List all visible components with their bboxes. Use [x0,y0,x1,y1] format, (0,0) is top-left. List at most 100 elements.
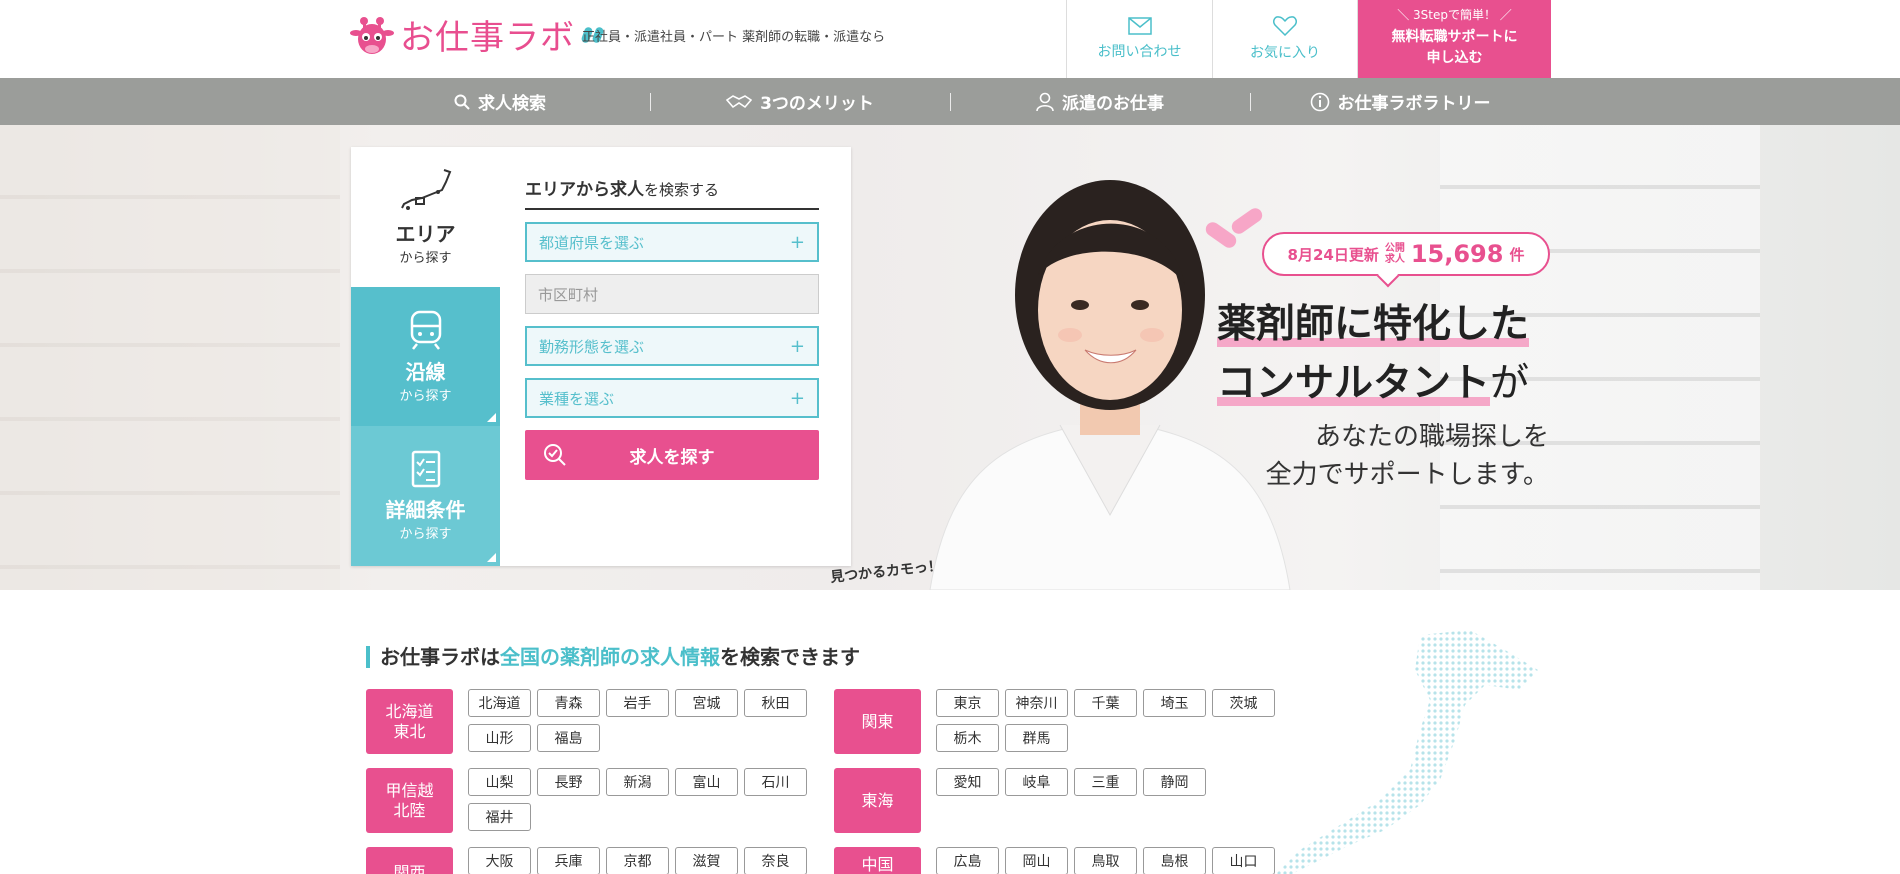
nav-dispatch-jobs[interactable]: 派遣のお仕事 [950,78,1250,125]
tab-line-search[interactable]: 沿線 から探す [351,287,500,426]
header-tagline: 正社員・派遣社員・パート 薬剤師の転職・派遣なら [582,30,886,45]
pref-button[interactable]: 島根 [1143,847,1206,874]
pref-button[interactable]: 山形 [468,724,531,752]
pref-button[interactable]: 広島 [936,847,999,874]
pref-list-tokai: 愛知 岐阜 三重 静岡 [936,768,1286,796]
pref-button[interactable]: 青森 [537,689,600,717]
tab-detail-search[interactable]: 詳細条件 から探す [351,426,500,566]
pref-list-kansai: 大阪 兵庫 京都 滋賀 奈良 [468,847,818,874]
favorites-button[interactable]: お気に入り [1212,0,1358,78]
nav-merits[interactable]: 3つのメリット [650,78,950,125]
region-hokkaido-tohoku[interactable]: 北海道 東北 [366,689,453,754]
pref-list-kanto: 東京 神奈川 千葉 埼玉 茨城 栃木 群馬 [936,689,1286,752]
contact-label: お問い合わせ [1097,44,1182,60]
pref-button[interactable]: 兵庫 [537,847,600,874]
tab-sub: から探す [399,388,452,404]
pref-button[interactable]: 福島 [537,724,600,752]
count-unit: 件 [1509,245,1525,264]
nav-label: 派遣のお仕事 [1062,94,1164,114]
region-chugoku[interactable]: 中国 [834,847,921,874]
tab-area-search[interactable]: エリア から探す [351,147,500,287]
site-header: お仕事ラボ 正社員・派遣社員・パート 薬剤師の転職・派遣なら お問い合わせ お気… [0,0,1900,78]
update-date: 8月24日更新 [1287,245,1379,264]
pref-button[interactable]: 石川 [744,768,807,796]
pref-button[interactable]: 大阪 [468,847,531,874]
pref-button[interactable]: 鳥取 [1074,847,1137,874]
city-input[interactable]: 市区町村 [525,274,819,314]
pref-button[interactable]: 京都 [606,847,669,874]
person-icon [1036,92,1054,111]
capsule-icon [1205,208,1263,248]
map-icon [400,169,451,210]
nav-label: 求人検索 [478,94,546,114]
free-support-cta-button[interactable]: ＼ 3Stepで簡単！ ／ 無料転職サポートに 申し込む [1358,0,1551,78]
search-icon [454,94,470,110]
pref-button[interactable]: 東京 [936,689,999,717]
pref-button[interactable]: 神奈川 [1005,689,1068,717]
site-logo[interactable]: お仕事ラボ [350,10,605,59]
pref-button[interactable]: 群馬 [1005,724,1068,752]
pref-button[interactable]: 茨城 [1212,689,1275,717]
search-check-icon [544,444,566,466]
tab-title: エリア [395,222,456,246]
pref-button[interactable]: 静岡 [1143,768,1206,796]
info-icon [1310,92,1329,111]
nav-laboratory[interactable]: お仕事ラボラトリー [1250,78,1550,125]
page: お仕事ラボ 正社員・派遣社員・パート 薬剤師の転職・派遣なら お問い合わせ お気… [0,0,1900,874]
job-search-panel: エリア から探す 沿線 から探す 詳細条件 から探す エリアから求人を検索する … [351,147,851,566]
pref-button[interactable]: 奈良 [744,847,807,874]
job-count: 15,698 [1410,240,1504,268]
pref-button[interactable]: 岐阜 [1005,768,1068,796]
pref-button[interactable]: 長野 [537,768,600,796]
giraffe-mascot-icon [842,585,982,590]
job-count-badge: 8月24日更新 公開 求人 15,698 件 [1262,232,1550,276]
pref-button[interactable]: 栃木 [936,724,999,752]
area-search-form: エリアから求人を検索する 都道府県を選ぶ + 市区町村 勤務形態を選ぶ + 業種を選… [525,175,819,480]
employment-type-select[interactable]: 勤務形態を選ぶ + [525,326,819,366]
cta-line-1: 無料転職サポートに [1391,29,1518,45]
region-koshinetsu-hokuriku[interactable]: 甲信越 北陸 [366,768,453,833]
pref-button[interactable]: 福井 [468,803,531,831]
region-kansai[interactable]: 関西 [366,847,453,874]
hero-banner: 見つかるカモっ！ [0,125,1900,590]
plus-icon: + [789,387,805,409]
plus-icon: + [789,231,805,253]
contact-button[interactable]: お問い合わせ [1066,0,1212,78]
hero-headline-2: コンサルタントが [1217,361,1530,406]
pref-button[interactable]: 滋賀 [675,847,738,874]
region-tokai[interactable]: 東海 [834,768,921,833]
tab-title: 詳細条件 [385,498,466,522]
pref-button[interactable]: 愛知 [936,768,999,796]
heart-icon [1273,16,1297,36]
pref-button[interactable]: 千葉 [1074,689,1137,717]
pref-button[interactable]: 秋田 [744,689,807,717]
pref-button[interactable]: 新潟 [606,768,669,796]
region-kanto[interactable]: 関東 [834,689,921,754]
japan-map-decoration [1276,630,1538,874]
logo-text: お仕事ラボ [400,18,575,58]
pref-button[interactable]: 三重 [1074,768,1137,796]
pref-button[interactable]: 埼玉 [1143,689,1206,717]
nav-job-search[interactable]: 求人検索 [350,78,650,125]
hero-subcopy: あなたの職場探しを 全力でサポートします。 [1265,422,1549,490]
form-title: エリアから求人を検索する [525,175,819,210]
mail-icon [1127,17,1152,35]
pref-button[interactable]: 宮城 [675,689,738,717]
prefecture-select[interactable]: 都道府県を選ぶ + [525,222,819,262]
job-type-select[interactable]: 業種を選ぶ + [525,378,819,418]
pref-button[interactable]: 岩手 [606,689,669,717]
tab-sub: から探す [399,527,452,542]
train-icon [410,310,441,350]
tab-title: 沿線 [405,359,446,384]
handshake-icon [726,94,753,108]
pref-button[interactable]: 北海道 [468,689,531,717]
pref-button[interactable]: 山梨 [468,768,531,796]
hero-headline-1: 薬剤師に特化した [1217,302,1530,347]
pref-button[interactable]: 富山 [675,768,738,796]
search-jobs-button[interactable]: 求人を探す [525,430,819,480]
pref-button[interactable]: 山口 [1212,847,1275,874]
cta-small-text: ＼ 3Stepで簡単！ ／ [1397,8,1512,22]
checklist-icon [411,450,440,488]
region-section-title: お仕事ラボは全国の薬剤師の求人情報を検索できます [366,646,860,668]
pref-button[interactable]: 岡山 [1005,847,1068,874]
